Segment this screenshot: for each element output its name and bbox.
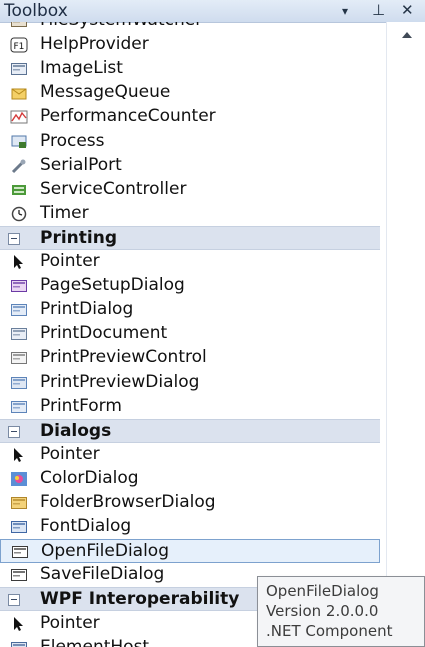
toolbox-item-label: PrintDocument <box>40 323 168 344</box>
toolbox-item[interactable]: ImageList <box>0 57 380 81</box>
toolbox-item-label: HelpProvider <box>40 34 149 55</box>
tooltip: OpenFileDialog Version 2.0.0.0 .NET Comp… <box>257 576 425 647</box>
toolbox-item-list: FileSystemWatcher F1 HelpProvider ImageList… <box>0 22 386 647</box>
scroll-up-arrow-icon[interactable] <box>402 32 412 38</box>
colordialog-icon <box>10 471 28 487</box>
toolbox-item-label: SaveFileDialog <box>40 564 165 585</box>
toolbox-item-label: PrintForm <box>40 395 122 416</box>
fontdialog-icon <box>10 519 28 535</box>
toolbox-item-label: PerformanceCounter <box>40 106 216 127</box>
openfiledialog-icon <box>11 544 29 560</box>
printform-icon <box>10 399 28 415</box>
toolbox-item[interactable]: ServiceController <box>0 178 380 202</box>
tooltip-type: .NET Component <box>266 622 393 640</box>
tooltip-version: Version 2.0.0.0 <box>266 602 379 620</box>
toolbox-item-label: Timer <box>40 202 89 223</box>
toolbox-item-label: MessageQueue <box>40 82 171 103</box>
toolbox-item[interactable]: FileSystemWatcher <box>0 22 380 33</box>
toolbox-item-label: FileSystemWatcher <box>40 22 202 30</box>
printdocument-icon <box>10 326 28 342</box>
tooltip-name: OpenFileDialog <box>266 582 379 600</box>
toolbox-item[interactable]: PrintDocument <box>0 322 380 346</box>
toolbox-item-label: PrintDialog <box>40 299 134 320</box>
f1-help-icon: F1 <box>10 37 28 53</box>
toolbox-item-label: Pointer <box>40 612 100 633</box>
toolbox-item[interactable]: PrintPreviewDialog <box>0 371 380 395</box>
filesystemwatcher-icon <box>10 22 28 29</box>
toolbox-item-label: FontDialog <box>40 516 132 537</box>
toolbox-item[interactable]: Pointer <box>0 250 380 274</box>
pointer-icon <box>10 447 28 463</box>
category-header[interactable]: Dialogs <box>0 418 380 443</box>
toolbox-item-label: ElementHost <box>40 636 150 647</box>
toolbox-item[interactable]: F1 HelpProvider <box>0 33 380 57</box>
toolbox-item[interactable]: Timer <box>0 202 380 226</box>
toolbox-item[interactable]: FontDialog <box>0 515 380 539</box>
collapse-icon[interactable] <box>8 232 20 245</box>
toolbox-item[interactable]: SerialPort <box>0 154 380 178</box>
savefiledialog-icon <box>10 567 28 583</box>
toolbox-item[interactable]: PerformanceCounter <box>0 105 380 129</box>
toolbox-item-label: Process <box>40 130 105 151</box>
printdialog-icon <box>10 302 28 318</box>
timer-icon <box>10 206 28 222</box>
toolbox-item-label: ColorDialog <box>40 467 139 488</box>
toolbox-item[interactable]: PageSetupDialog <box>0 274 380 298</box>
toolbox-item[interactable]: PrintForm <box>0 395 380 419</box>
serialport-icon <box>10 158 28 174</box>
toolbox-item[interactable]: Process <box>0 130 380 154</box>
performancecounter-icon <box>10 109 28 125</box>
toolbox-item-label: OpenFileDialog <box>41 541 169 562</box>
toolbox-item-label: PageSetupDialog <box>40 275 185 296</box>
printpreviewdialog-icon <box>10 375 28 391</box>
toolbox-item-label: Pointer <box>40 251 100 271</box>
collapse-icon[interactable] <box>8 425 20 438</box>
pin-icon[interactable]: ⊥ <box>372 1 385 19</box>
pagesetupdialog-icon <box>10 278 28 294</box>
pointer-icon <box>10 254 28 270</box>
toolbox-title-bar: Toolbox ▾ ⊥ ✕ <box>0 0 425 23</box>
toolbox-item[interactable]: PrintPreviewControl <box>0 346 380 370</box>
toolbox-item[interactable]: Pointer <box>0 443 380 467</box>
vertical-scrollbar[interactable] <box>386 22 425 647</box>
toolbox-item-label: PrintPreviewDialog <box>40 371 200 392</box>
dropdown-icon[interactable]: ▾ <box>342 4 348 18</box>
toolbox-item[interactable]: OpenFileDialog <box>0 539 380 564</box>
toolbox-item-label: Pointer <box>40 443 100 464</box>
folderbrowserdialog-icon <box>10 495 28 511</box>
category-label: Printing <box>40 227 117 248</box>
imagelist-icon <box>10 61 28 77</box>
toolbox-item-label: PrintPreviewControl <box>40 347 207 368</box>
close-icon[interactable]: ✕ <box>401 1 414 19</box>
toolbox-item[interactable]: ColorDialog <box>0 467 380 491</box>
category-header[interactable]: Printing <box>0 225 380 250</box>
elementhost-icon <box>10 640 28 647</box>
category-label: WPF Interoperability <box>40 589 240 610</box>
pointer-icon <box>10 616 28 632</box>
svg-text:F1: F1 <box>14 42 25 52</box>
toolbox-item[interactable]: PrintDialog <box>0 298 380 322</box>
printpreviewcontrol-icon <box>10 350 28 366</box>
process-icon <box>10 134 28 150</box>
toolbox-item-label: FolderBrowserDialog <box>40 492 216 512</box>
toolbox-item[interactable]: MessageQueue <box>0 81 380 105</box>
collapse-icon[interactable] <box>8 594 20 607</box>
category-label: Dialogs <box>40 420 112 441</box>
messagequeue-icon <box>10 85 28 101</box>
toolbox-item-label: SerialPort <box>40 154 122 175</box>
toolbox-item-label: ServiceController <box>40 178 187 199</box>
toolbox-item[interactable]: FolderBrowserDialog <box>0 491 380 515</box>
servicecontroller-icon <box>10 182 28 198</box>
toolbox-item-label: ImageList <box>40 58 123 79</box>
toolbox-title: Toolbox <box>4 1 68 21</box>
